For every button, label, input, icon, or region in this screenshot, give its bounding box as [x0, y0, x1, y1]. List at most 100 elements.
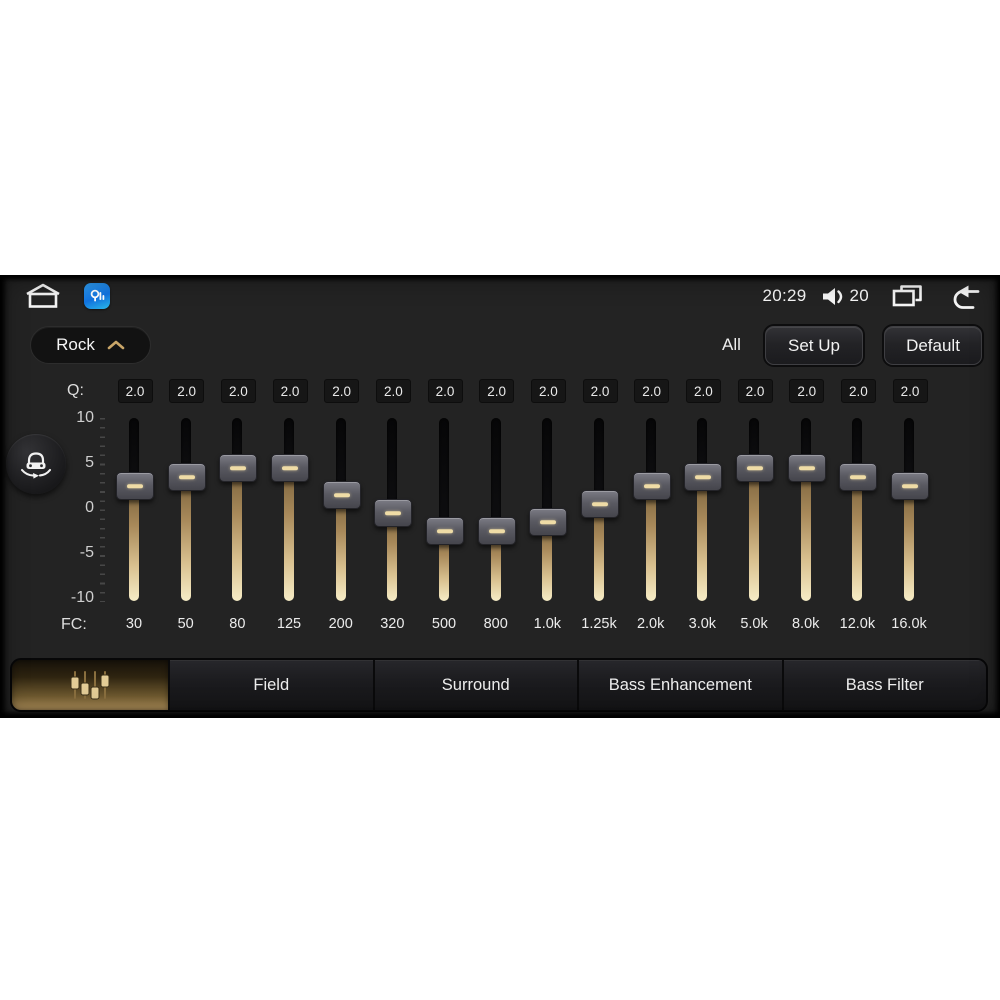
q-value-200[interactable]: 2.0	[324, 379, 360, 403]
slider-track-lower	[645, 485, 656, 601]
tab-equalizer[interactable]	[12, 660, 168, 710]
fc-value-5.0k: 5.0k	[740, 616, 768, 632]
clock: 20:29	[762, 286, 807, 305]
q-value-3.0k[interactable]: 2.0	[685, 379, 721, 403]
q-value-8.0k[interactable]: 2.0	[789, 379, 825, 403]
eq-slider-12.0k[interactable]	[839, 415, 878, 607]
q-value-125[interactable]: 2.0	[272, 379, 308, 403]
setup-button[interactable]: Set Up	[765, 326, 863, 365]
q-row-label: Q:	[67, 382, 84, 399]
tab-bass-filter[interactable]: Bass Filter	[781, 660, 986, 710]
slider-track-lower	[232, 467, 243, 601]
fc-value-125: 125	[276, 616, 302, 632]
slider-thumb-200[interactable]	[322, 481, 361, 509]
default-button[interactable]: Default	[884, 326, 982, 365]
tab-surround[interactable]: Surround	[372, 660, 577, 710]
q-value-12.0k[interactable]: 2.0	[840, 379, 876, 403]
fc-value-320: 320	[380, 616, 405, 632]
tab-bass-enhancement[interactable]: Bass Enhancement	[577, 660, 782, 710]
fc-value-200: 200	[328, 616, 353, 632]
gain-scale-label: -10	[70, 589, 94, 606]
slider-track-lower	[697, 476, 708, 601]
slider-thumb-320[interactable]	[374, 499, 413, 527]
recents-icon[interactable]	[892, 284, 923, 308]
slider-thumb-16.0k[interactable]	[891, 472, 930, 500]
slider-thumb-1.0k[interactable]	[529, 508, 568, 536]
fc-value-3.0k: 3.0k	[688, 616, 717, 632]
fc-value-30: 30	[125, 616, 143, 632]
home-icon[interactable]	[24, 282, 62, 309]
slider-thumb-2.0k[interactable]	[632, 472, 671, 500]
slider-track-upper	[439, 418, 450, 530]
eq-slider-125[interactable]	[271, 415, 309, 607]
slider-thumb-12.0k[interactable]	[839, 463, 878, 491]
status-bar-right: 20:29 20	[762, 281, 982, 311]
eq-slider-5.0k[interactable]	[736, 415, 775, 607]
q-value-320[interactable]: 2.0	[375, 379, 411, 403]
slider-track-lower	[335, 494, 346, 601]
slider-track-lower	[749, 467, 760, 601]
slider-thumb-800[interactable]	[477, 517, 516, 545]
tab-surround-label: Surround	[441, 675, 510, 694]
slider-track-lower	[284, 467, 294, 601]
gain-scale-label: 10	[76, 409, 94, 426]
fc-value-2.0k: 2.0k	[636, 616, 665, 632]
eq-slider-500[interactable]	[426, 415, 465, 607]
eq-slider-800[interactable]	[477, 415, 516, 607]
slider-thumb-1.25k[interactable]	[581, 490, 620, 518]
all-label[interactable]: All	[722, 335, 741, 355]
q-value-1.0k[interactable]: 2.0	[530, 379, 566, 403]
eq-slider-3.0k[interactable]	[684, 415, 723, 607]
eq-slider-8.0k[interactable]	[787, 415, 826, 607]
eq-slider-16.0k[interactable]	[891, 415, 930, 607]
slider-thumb-3.0k[interactable]	[684, 463, 723, 491]
slider-thumb-30[interactable]	[116, 472, 154, 500]
slider-track-upper	[490, 418, 501, 530]
status-bar-left	[24, 282, 110, 309]
volume-level: 20	[849, 286, 869, 305]
car-sound-settings-button[interactable]	[6, 434, 66, 494]
slider-thumb-80[interactable]	[219, 454, 258, 482]
q-value-800[interactable]: 2.0	[479, 379, 515, 403]
slider-thumb-125[interactable]	[271, 454, 309, 482]
slider-thumb-50[interactable]	[167, 463, 206, 491]
slider-thumb-5.0k[interactable]	[736, 454, 775, 482]
preset-selector[interactable]: Rock	[30, 326, 151, 364]
eq-slider-50[interactable]	[167, 415, 206, 607]
fc-value-1.25k: 1.25k	[581, 616, 617, 632]
eq-slider-1.0k[interactable]	[529, 415, 568, 607]
eq-slider-80[interactable]	[219, 415, 258, 607]
tab-bass-filter-label: Bass Filter	[845, 675, 924, 694]
q-value-1.25k[interactable]: 2.0	[582, 379, 618, 403]
q-value-500[interactable]: 2.0	[427, 379, 463, 403]
slider-thumb-8.0k[interactable]	[787, 454, 826, 482]
q-value-5.0k[interactable]: 2.0	[737, 379, 773, 403]
gain-scale-label: -5	[79, 544, 94, 561]
eq-slider-30[interactable]	[116, 415, 154, 607]
slider-track-lower	[180, 476, 191, 601]
slider-track-lower	[852, 476, 863, 601]
q-value-16.0k[interactable]: 2.0	[892, 379, 928, 403]
q-value-80[interactable]: 2.0	[220, 379, 256, 403]
eq-app-icon[interactable]	[84, 282, 110, 309]
eq-slider-2.0k[interactable]	[632, 415, 671, 607]
chevron-up-icon	[107, 340, 125, 350]
q-value-2.0k[interactable]: 2.0	[634, 379, 670, 403]
fc-value-80: 80	[229, 616, 246, 632]
volume-indicator: 20	[821, 286, 869, 307]
equalizer-icon	[69, 668, 111, 702]
slider-track-upper	[542, 418, 553, 521]
eq-slider-200[interactable]	[322, 415, 361, 607]
fc-value-12.0k: 12.0k	[839, 616, 876, 632]
q-value-30[interactable]: 2.0	[117, 379, 153, 403]
slider-thumb-500[interactable]	[426, 517, 465, 545]
fc-value-1.0k: 1.0k	[533, 616, 562, 632]
slider-track-upper	[387, 418, 398, 512]
tab-field[interactable]: Field	[168, 660, 373, 710]
eq-slider-320[interactable]	[374, 415, 413, 607]
slider-track-lower	[129, 485, 139, 601]
back-icon[interactable]	[948, 283, 982, 309]
eq-slider-1.25k[interactable]	[581, 415, 620, 607]
q-value-50[interactable]: 2.0	[169, 379, 205, 403]
tab-field-label: Field	[253, 675, 290, 694]
